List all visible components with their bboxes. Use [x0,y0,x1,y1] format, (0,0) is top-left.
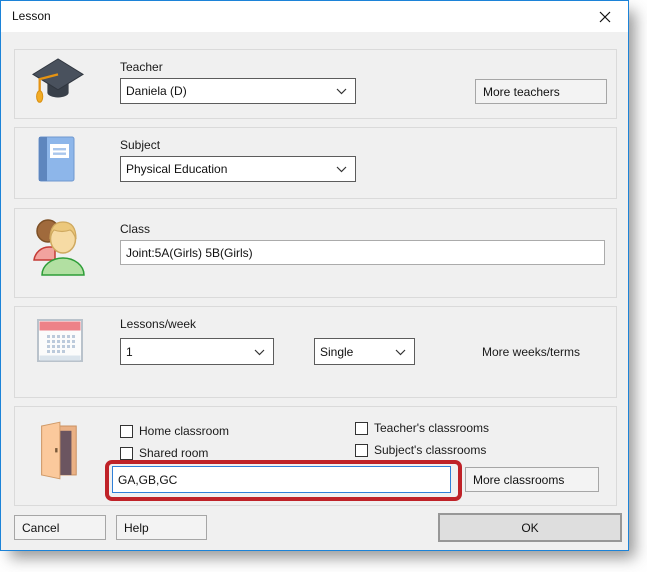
home-classroom-checkbox-row[interactable]: Home classroom [120,424,229,438]
dialog-title: Lesson [12,1,51,32]
home-classroom-label: Home classroom [139,424,229,438]
help-label: Help [124,521,149,535]
door-icon [34,420,82,485]
home-classroom-checkbox[interactable] [120,425,133,438]
teachers-classrooms-checkbox[interactable] [355,422,368,435]
more-weeks-terms-link[interactable]: More weeks/terms [482,345,580,359]
subject-combobox[interactable]: Physical Education [120,156,356,182]
lesson-duration-value: Single [320,345,353,359]
book-icon [35,135,77,188]
screenshot-stage: Lesson Teacher Daniela (D) [0,0,647,572]
teachers-classrooms-label: Teacher's classrooms [374,421,489,435]
lessons-week-label: Lessons/week [120,317,196,331]
ok-button[interactable]: OK [438,513,622,542]
teacher-combobox[interactable]: Daniela (D) [120,78,356,104]
teacher-label: Teacher [120,60,163,74]
graduation-cap-icon [31,56,85,115]
subject-combobox-value: Physical Education [126,162,227,176]
chevron-down-icon [336,166,347,173]
close-button[interactable] [595,7,615,27]
titlebar[interactable]: Lesson [1,1,628,32]
chevron-down-icon [254,349,265,356]
classrooms-input[interactable]: GA,GB,GC [112,466,451,493]
subjects-classrooms-label: Subject's classrooms [374,443,486,457]
calendar-icon [37,319,83,368]
students-icon [31,215,85,282]
class-section: Class Joint:5A(Girls) 5B(Girls) [14,208,617,298]
shared-room-label: Shared room [139,446,208,460]
help-button[interactable]: Help [116,515,207,540]
classrooms-input-value: GA,GB,GC [118,473,177,487]
subjects-classrooms-checkbox-row[interactable]: Subject's classrooms [355,443,486,457]
lessons-week-section: Lessons/week 1 Single More weeks/terms [14,306,617,398]
cancel-label: Cancel [22,521,59,535]
more-teachers-button[interactable]: More teachers [475,79,607,104]
more-classrooms-label: More classrooms [473,473,564,487]
lessons-count-value: 1 [126,345,133,359]
more-teachers-label: More teachers [483,85,560,99]
ok-label: OK [521,521,538,535]
teachers-classrooms-checkbox-row[interactable]: Teacher's classrooms [355,421,489,435]
teacher-combobox-value: Daniela (D) [126,84,187,98]
more-classrooms-button[interactable]: More classrooms [465,467,599,492]
cancel-button[interactable]: Cancel [14,515,106,540]
lesson-duration-combobox[interactable]: Single [314,338,415,365]
lesson-dialog: Lesson Teacher Daniela (D) [0,0,629,551]
lessons-count-combobox[interactable]: 1 [120,338,274,365]
chevron-down-icon [336,88,347,95]
chevron-down-icon [395,349,406,356]
teacher-section: Teacher Daniela (D) More teachers [14,49,617,119]
class-field-value: Joint:5A(Girls) 5B(Girls) [126,246,253,260]
subject-section: Subject Physical Education [14,127,617,199]
subjects-classrooms-checkbox[interactable] [355,444,368,457]
shared-room-checkbox-row[interactable]: Shared room [120,446,208,460]
class-label: Class [120,222,150,236]
close-icon [599,11,611,23]
class-field[interactable]: Joint:5A(Girls) 5B(Girls) [120,240,605,265]
shared-room-checkbox[interactable] [120,447,133,460]
subject-label: Subject [120,138,160,152]
classroom-section: Home classroom Shared room Teacher's cla… [14,406,617,506]
